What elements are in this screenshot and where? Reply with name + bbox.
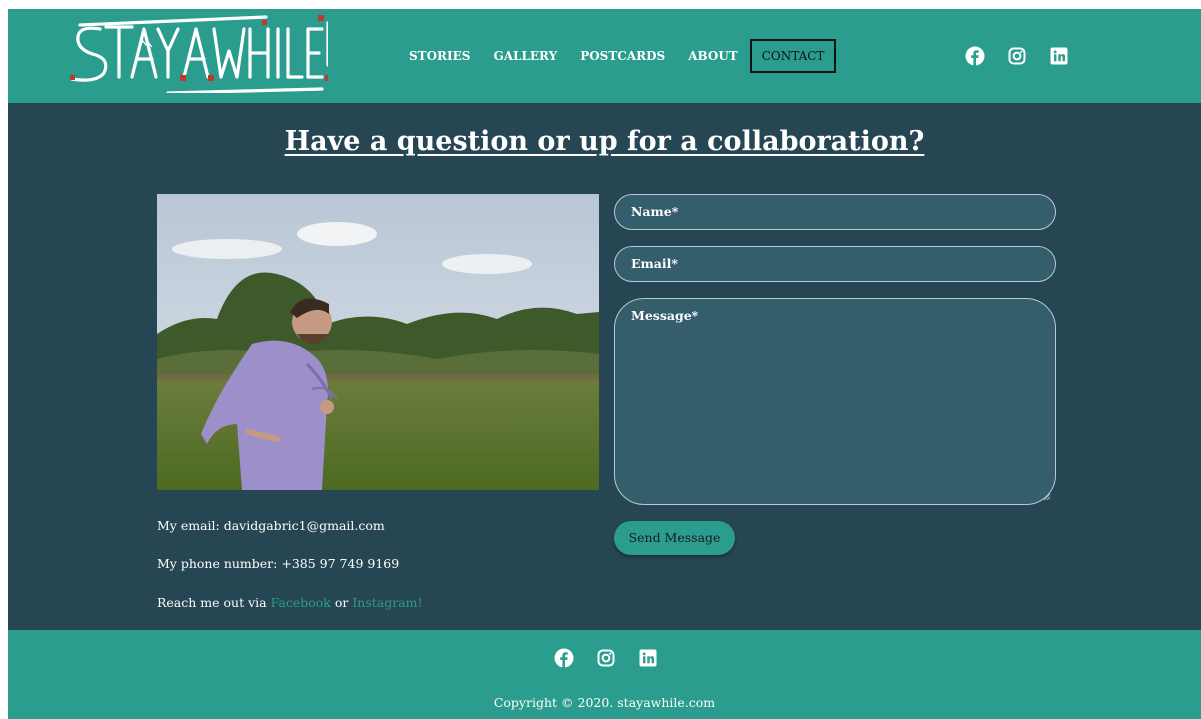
email-placeholder: Email* (631, 256, 678, 271)
footer-social-links (554, 648, 658, 668)
reach-info: Reach me out via Facebook or Instagram! (157, 595, 423, 610)
email-field[interactable]: Email* (614, 246, 1056, 282)
facebook-link[interactable]: Facebook (271, 595, 331, 610)
contact-photo (157, 194, 599, 490)
send-message-button[interactable]: Send Message (614, 521, 735, 555)
site-header: STORIES GALLERY POSTCARDS ABOUT CONTACT (8, 9, 1201, 103)
instagram-icon[interactable] (1007, 46, 1027, 66)
site-logo[interactable] (66, 13, 328, 93)
message-placeholder: Message* (631, 308, 699, 323)
nav-contact[interactable]: CONTACT (749, 39, 837, 73)
nav-stories[interactable]: STORIES (409, 49, 470, 63)
page-title: Have a question or up for a collaboratio… (284, 126, 925, 157)
linkedin-icon[interactable] (638, 648, 658, 668)
header-social-links (965, 46, 1069, 66)
email-info: My email: davidgabric1@gmail.com (157, 518, 385, 533)
instagram-icon[interactable] (596, 648, 616, 668)
message-field[interactable]: Message* (614, 298, 1056, 505)
linkedin-icon[interactable] (1049, 46, 1069, 66)
nav-about[interactable]: ABOUT (688, 49, 738, 63)
copyright-text: Copyright © 2020. stayawhile.com (493, 695, 716, 710)
nav-gallery[interactable]: GALLERY (493, 49, 557, 63)
nav-postcards[interactable]: POSTCARDS (580, 49, 665, 63)
facebook-icon[interactable] (554, 648, 574, 668)
instagram-link[interactable]: Instagram! (352, 595, 422, 610)
facebook-icon[interactable] (965, 46, 985, 66)
contact-section: Have a question or up for a collaboratio… (8, 103, 1201, 630)
reach-prefix: Reach me out via (157, 595, 271, 610)
reach-or: or (330, 595, 353, 610)
name-field[interactable]: Name* (614, 194, 1056, 230)
main-nav: STORIES GALLERY POSTCARDS ABOUT CONTACT (409, 38, 837, 74)
resize-grip-icon[interactable] (1043, 493, 1051, 501)
site-footer: Copyright © 2020. stayawhile.com (8, 630, 1201, 719)
name-placeholder: Name* (631, 204, 679, 219)
phone-info: My phone number: +385 97 749 9169 (157, 556, 400, 571)
